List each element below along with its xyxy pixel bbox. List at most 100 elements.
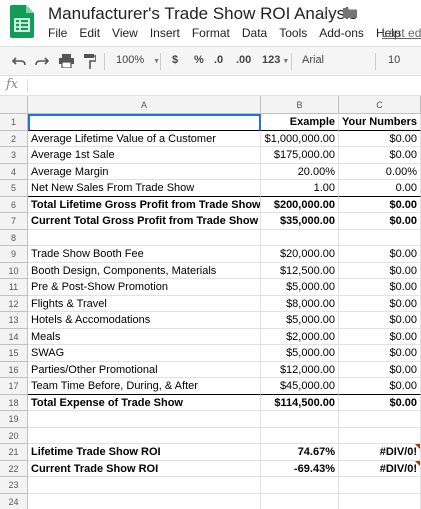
cell-column-a[interactable]: Pre & Post-Show Promotion xyxy=(28,279,261,296)
cell-column-c[interactable]: $0.00 xyxy=(339,196,421,213)
cell-column-b[interactable]: $5,000.00 xyxy=(261,312,339,329)
cell-column-c[interactable]: $0.00 xyxy=(339,345,421,362)
zoom-select[interactable]: 100% ▼ xyxy=(116,54,160,66)
font-size-select[interactable]: 10 xyxy=(388,54,400,66)
cell-column-a[interactable]: SWAG xyxy=(28,345,261,362)
row-header[interactable]: 5 xyxy=(0,180,28,197)
decrease-decimals-button[interactable]: .0 xyxy=(214,54,223,66)
row-header[interactable]: 3 xyxy=(0,147,28,164)
menu-data[interactable]: Data xyxy=(242,26,267,40)
more-formats-button[interactable]: 123 ▼ xyxy=(262,54,289,66)
row-header[interactable]: 20 xyxy=(0,427,28,444)
cell-column-c[interactable]: $0.00 xyxy=(339,279,421,296)
cell-column-b[interactable]: 1.00 xyxy=(261,180,339,197)
cell-column-b[interactable] xyxy=(261,427,339,444)
row-header[interactable]: 16 xyxy=(0,361,28,378)
menu-file[interactable]: File xyxy=(48,26,67,40)
cell-column-a[interactable]: Current Trade Show ROI xyxy=(28,460,261,477)
row-header[interactable]: 8 xyxy=(0,229,28,246)
cell-column-b[interactable]: Example xyxy=(261,114,339,131)
paint-format-icon[interactable] xyxy=(84,54,96,69)
select-all-corner[interactable] xyxy=(0,96,28,114)
cell-column-b[interactable]: 74.67% xyxy=(261,444,339,461)
cell-column-b[interactable] xyxy=(261,477,339,494)
row-header[interactable]: 19 xyxy=(0,411,28,428)
undo-icon[interactable] xyxy=(12,55,26,67)
cell-column-c[interactable]: $0.00 xyxy=(339,312,421,329)
row-header[interactable]: 2 xyxy=(0,130,28,147)
folder-icon[interactable] xyxy=(343,7,357,18)
cell-column-a[interactable]: Lifetime Trade Show ROI xyxy=(28,444,261,461)
currency-format-button[interactable]: $ xyxy=(172,54,178,66)
cell-column-c[interactable]: $0.00 xyxy=(339,378,421,395)
cell-column-c[interactable]: Your Numbers xyxy=(339,114,421,131)
cell-column-c[interactable]: $0.00 xyxy=(339,328,421,345)
row-header[interactable]: 11 xyxy=(0,279,28,296)
cell-column-c[interactable]: $0.00 xyxy=(339,361,421,378)
cell-column-a[interactable]: Total Expense of Trade Show xyxy=(28,394,261,411)
star-icon[interactable]: ☆ xyxy=(320,3,334,23)
error-indicator-icon[interactable] xyxy=(415,444,420,449)
error-indicator-icon[interactable] xyxy=(415,460,420,466)
cell-column-c[interactable]: $0.00 xyxy=(339,295,421,312)
cell-column-b[interactable]: $12,500.00 xyxy=(261,262,339,279)
row-header[interactable]: 17 xyxy=(0,378,28,395)
row-header[interactable]: 10 xyxy=(0,262,28,279)
row-header[interactable]: 21 xyxy=(0,444,28,461)
cell-column-c[interactable]: $0.00 xyxy=(339,262,421,279)
cell-column-a[interactable] xyxy=(28,114,261,131)
row-header[interactable]: 7 xyxy=(0,213,28,230)
row-header[interactable]: 23 xyxy=(0,477,28,494)
cell-column-b[interactable]: 20.00% xyxy=(261,163,339,180)
cell-column-c[interactable] xyxy=(339,427,421,444)
last-edit-link[interactable]: Last edi xyxy=(382,26,421,40)
row-header[interactable]: 24 xyxy=(0,493,28,509)
cell-column-b[interactable] xyxy=(261,229,339,246)
cell-column-a[interactable] xyxy=(28,427,261,444)
cell-column-c[interactable] xyxy=(339,229,421,246)
cell-column-b[interactable]: $1,000,000.00 xyxy=(261,130,339,147)
cell-column-b[interactable]: $5,000.00 xyxy=(261,279,339,296)
redo-icon[interactable] xyxy=(35,55,49,67)
cell-column-a[interactable]: Team Time Before, During, & After xyxy=(28,378,261,395)
column-header-a[interactable]: A xyxy=(28,96,261,114)
cell-column-c[interactable] xyxy=(339,477,421,494)
cell-column-a[interactable] xyxy=(28,229,261,246)
row-header[interactable]: 13 xyxy=(0,312,28,329)
cell-column-c[interactable]: #DIV/0! xyxy=(339,444,421,461)
cell-column-c[interactable]: $0.00 xyxy=(339,394,421,411)
cell-column-a[interactable] xyxy=(28,493,261,509)
document-title[interactable]: Manufacturer's Trade Show ROI Analysis xyxy=(48,4,357,24)
cell-column-c[interactable]: $0.00 xyxy=(339,246,421,263)
cell-column-c[interactable]: $0.00 xyxy=(339,147,421,164)
cell-column-c[interactable]: #DIV/0! xyxy=(339,460,421,477)
menu-view[interactable]: View xyxy=(112,26,138,40)
cell-column-b[interactable]: $45,000.00 xyxy=(261,378,339,395)
menu-tools[interactable]: Tools xyxy=(279,26,307,40)
cell-column-a[interactable] xyxy=(28,411,261,428)
cell-column-a[interactable]: Meals xyxy=(28,328,261,345)
font-select[interactable]: Arial xyxy=(302,54,324,66)
cell-column-b[interactable]: $175,000.00 xyxy=(261,147,339,164)
cell-column-a[interactable]: Average Margin xyxy=(28,163,261,180)
cell-column-b[interactable]: $5,000.00 xyxy=(261,345,339,362)
column-header-c[interactable]: C xyxy=(339,96,421,114)
row-header[interactable]: 18 xyxy=(0,394,28,411)
cell-column-c[interactable]: 0.00 xyxy=(339,180,421,197)
row-header[interactable]: 12 xyxy=(0,295,28,312)
cell-column-c[interactable] xyxy=(339,493,421,509)
row-header[interactable]: 1 xyxy=(0,114,28,131)
row-header[interactable]: 22 xyxy=(0,460,28,477)
column-header-b[interactable]: B xyxy=(261,96,339,114)
sheets-logo-icon[interactable] xyxy=(10,5,34,38)
cell-column-b[interactable]: $35,000.00 xyxy=(261,213,339,230)
menu-insert[interactable]: Insert xyxy=(150,26,180,40)
increase-decimals-button[interactable]: .00 xyxy=(236,54,251,66)
cell-column-a[interactable] xyxy=(28,477,261,494)
percent-format-button[interactable]: % xyxy=(194,54,204,66)
cell-column-a[interactable]: Hotels & Accomodations xyxy=(28,312,261,329)
menu-add-ons[interactable]: Add-ons xyxy=(319,26,364,40)
cell-column-b[interactable] xyxy=(261,493,339,509)
menu-edit[interactable]: Edit xyxy=(79,26,100,40)
cell-column-c[interactable]: $0.00 xyxy=(339,213,421,230)
